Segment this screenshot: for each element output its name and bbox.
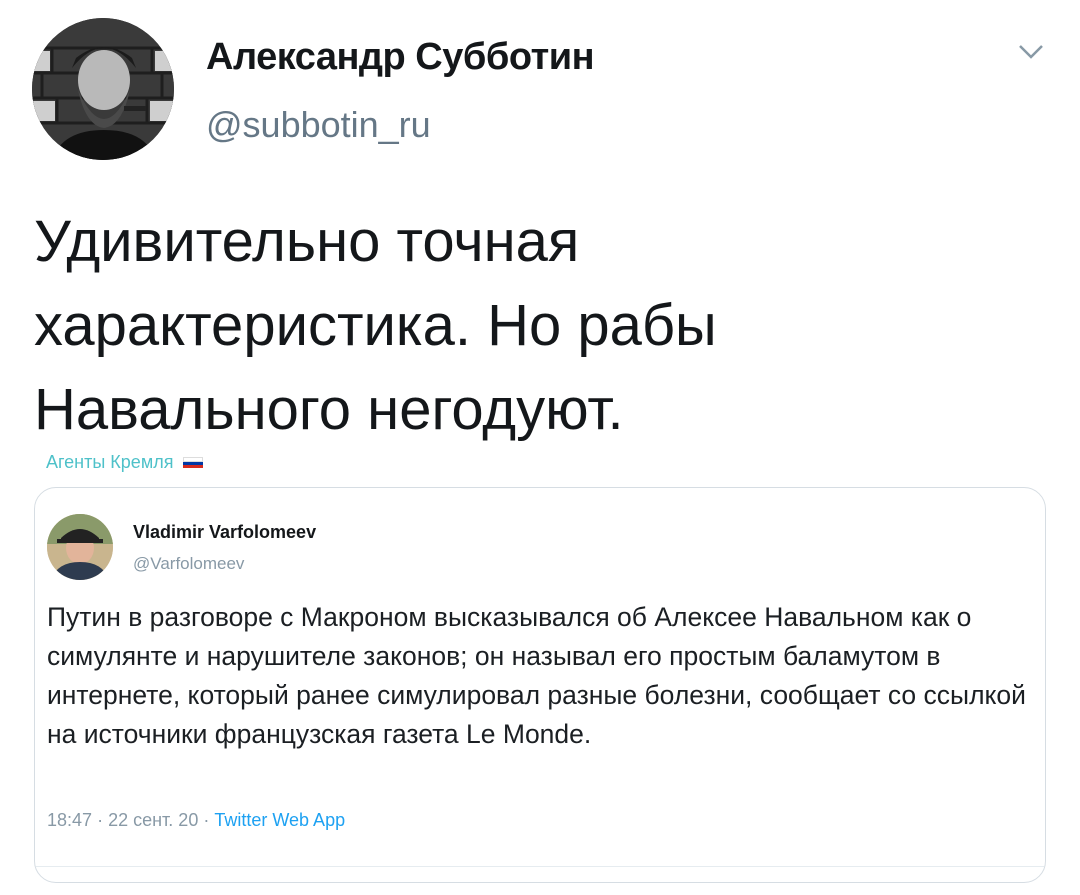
quoted-author-avatar[interactable] [47, 514, 113, 580]
avatar-photo-icon [32, 18, 174, 160]
quoted-time: 18:47 [47, 810, 93, 830]
divider [35, 866, 1045, 867]
quoted-author-name[interactable]: Vladimir Varfolomeev [133, 522, 316, 543]
chevron-down-icon[interactable] [1016, 40, 1046, 64]
quoted-tweet-meta: 18:47 · 22 сент. 20 · Twitter Web App [47, 810, 345, 831]
meta-separator: · [97, 810, 104, 830]
author-name[interactable]: Александр Субботин [206, 36, 595, 79]
author-handle[interactable]: @subbotin_ru [206, 104, 431, 146]
quoted-app-link[interactable]: Twitter Web App [214, 810, 345, 830]
avatar-photo-icon [47, 514, 113, 580]
quoted-tweet-card[interactable]: Vladimir Varfolomeev @Varfolomeev Путин … [34, 487, 1046, 883]
quoted-author-handle[interactable]: @Varfolomeev [133, 554, 244, 574]
russia-flag-icon [183, 456, 204, 469]
author-avatar[interactable] [32, 18, 174, 160]
tweet-text: Удивительно точная характеристика. Но ра… [34, 209, 717, 442]
source-label: Агенты Кремля [46, 452, 174, 472]
tweet-source[interactable]: Агенты Кремля [46, 452, 204, 473]
quoted-tweet-text: Путин в разговоре с Макроном высказывалс… [47, 602, 1026, 749]
quoted-date: 22 сент. 20 [108, 810, 199, 830]
meta-separator: · [203, 810, 210, 830]
